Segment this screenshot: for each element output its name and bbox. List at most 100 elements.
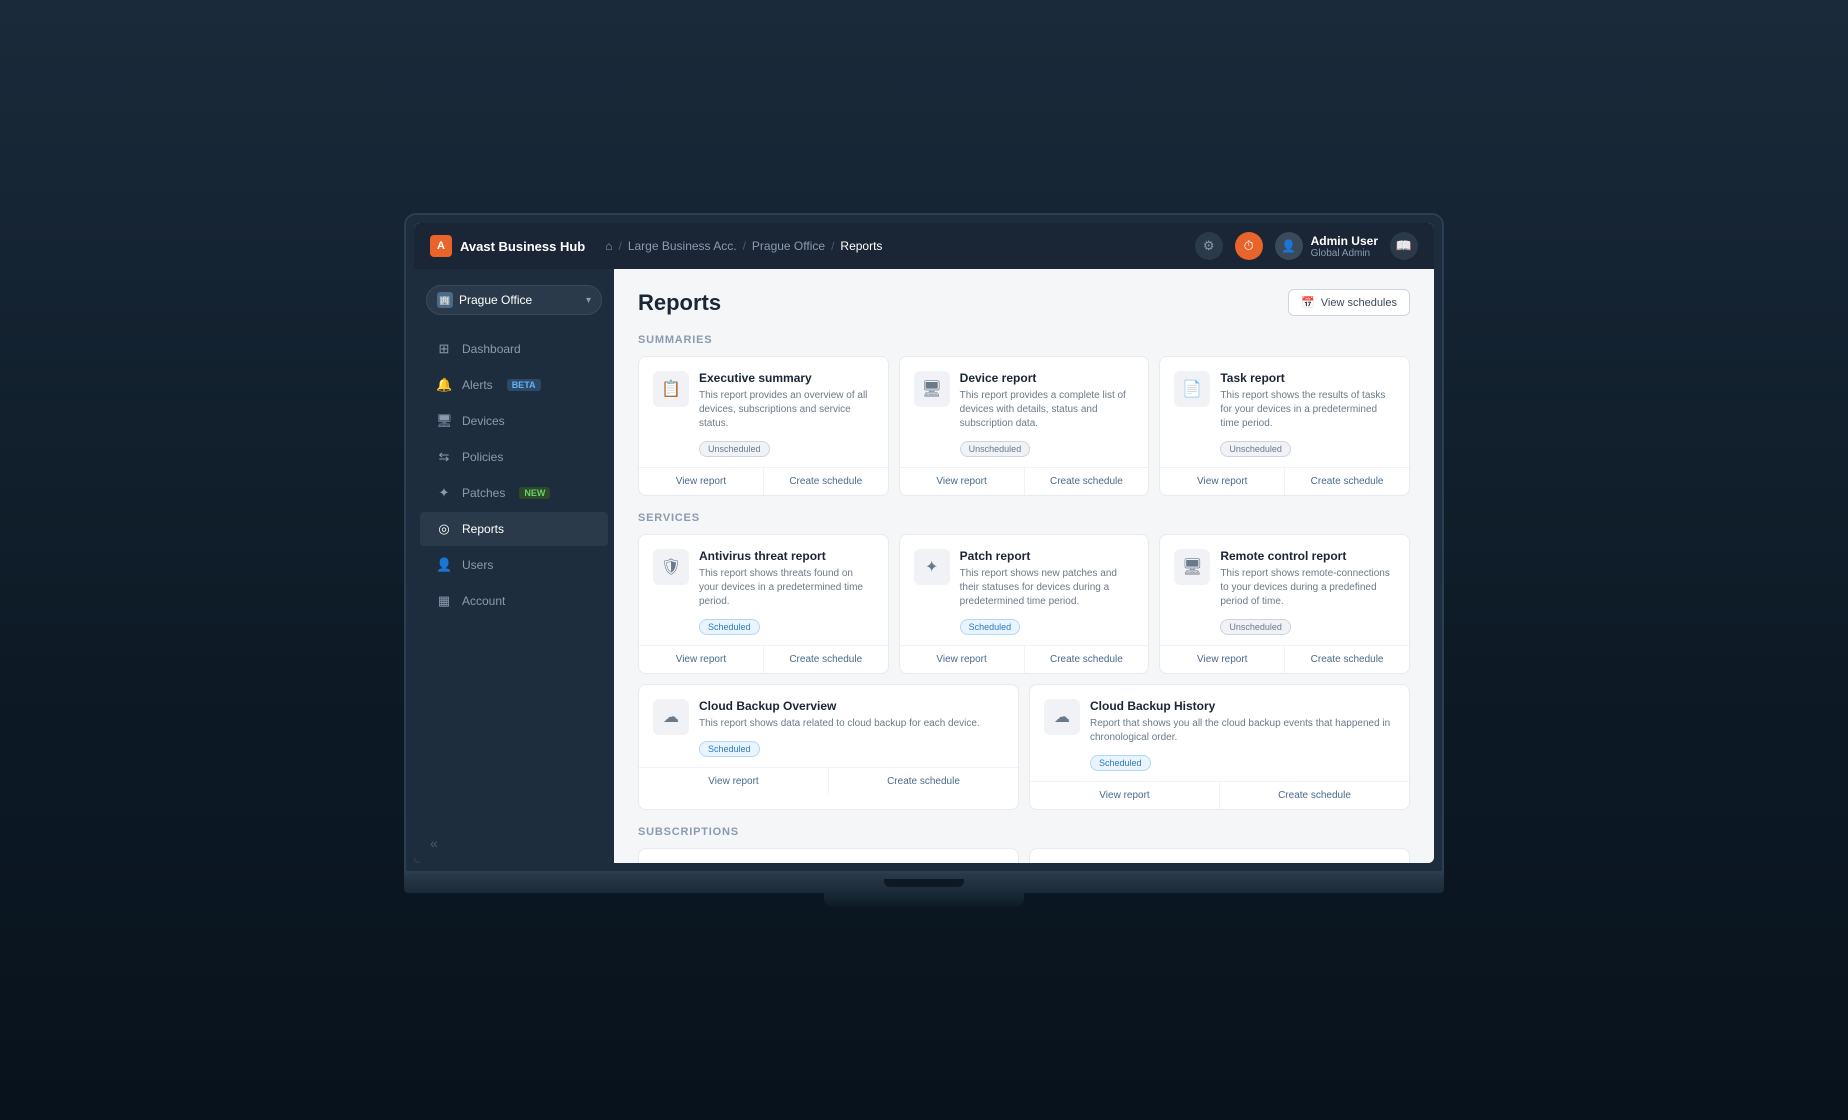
- patches-icon: ✦: [436, 485, 452, 501]
- org-name: Prague Office: [459, 293, 580, 307]
- page-title: Reports: [638, 290, 721, 316]
- device-report-desc: This report provides a complete list of …: [960, 389, 1135, 431]
- breadcrumb-office[interactable]: Prague Office: [752, 239, 825, 253]
- antivirus-status: Scheduled: [699, 619, 760, 635]
- breadcrumb-org[interactable]: Large Business Acc.: [628, 239, 737, 253]
- billing-report-card: 🏛 Billing report This report gives you d…: [638, 848, 1019, 863]
- sidebar-item-patches[interactable]: ✦ Patches NEW: [420, 476, 608, 510]
- sidebar: 🏢 Prague Office ▾ ⊞ Dashboard 🔔 Alerts B…: [414, 269, 614, 863]
- patch-schedule-button[interactable]: Create schedule: [1025, 646, 1149, 673]
- users-icon: 👤: [436, 557, 452, 573]
- task-report-view-button[interactable]: View report: [1160, 468, 1285, 495]
- main-layout: 🏢 Prague Office ▾ ⊞ Dashboard 🔔 Alerts B…: [414, 269, 1434, 863]
- home-icon: ⌂: [605, 239, 612, 253]
- task-report-schedule-button[interactable]: Create schedule: [1285, 468, 1409, 495]
- cloud-history-actions: View report Create schedule: [1030, 781, 1409, 809]
- cloud-history-card: ☁ Cloud Backup History Report that shows…: [1029, 684, 1410, 810]
- executive-summary-card: 📋 Executive summary This report provides…: [638, 356, 889, 496]
- executive-summary-view-button[interactable]: View report: [639, 468, 764, 495]
- user-name: Admin User: [1311, 234, 1378, 248]
- antivirus-schedule-button[interactable]: Create schedule: [764, 646, 888, 673]
- view-schedules-button[interactable]: 📅 View schedules: [1288, 289, 1410, 316]
- calendar-icon: 📅: [1301, 296, 1315, 309]
- task-report-actions: View report Create schedule: [1160, 467, 1409, 495]
- antivirus-desc: This report shows threats found on your …: [699, 567, 874, 609]
- patch-desc: This report shows new patches and their …: [960, 567, 1135, 609]
- cloud-history-status: Scheduled: [1090, 755, 1151, 771]
- sidebar-label-patches: Patches: [462, 486, 505, 500]
- task-report-desc: This report shows the results of tasks f…: [1220, 389, 1395, 431]
- avatar: 👤: [1275, 232, 1303, 260]
- breadcrumb-sep2: /: [743, 239, 746, 253]
- patch-title: Patch report: [960, 549, 1135, 563]
- sidebar-label-policies: Policies: [462, 450, 503, 464]
- subscriptions-section-label: SUBSCRIPTIONS: [638, 826, 1410, 838]
- sidebar-item-dashboard[interactable]: ⊞ Dashboard: [420, 332, 608, 366]
- sidebar-item-policies[interactable]: ⇆ Policies: [420, 440, 608, 474]
- sidebar-item-devices[interactable]: 🖥 Devices: [420, 404, 608, 438]
- remote-status: Unscheduled: [1220, 619, 1291, 635]
- page-header: Reports 📅 View schedules: [638, 289, 1410, 316]
- chevron-down-icon: ▾: [586, 295, 591, 306]
- cloud-overview-icon: ☁: [653, 699, 689, 735]
- org-icon: 🏢: [437, 292, 453, 308]
- cloud-backup-overview-card: ☁ Cloud Backup Overview This report show…: [638, 684, 1019, 810]
- remote-title: Remote control report: [1220, 549, 1395, 563]
- notifications-button[interactable]: ⏱: [1235, 232, 1263, 260]
- services-grid-top: 🛡 Antivirus threat report This report sh…: [638, 534, 1410, 674]
- services-grid-bottom: ☁ Cloud Backup Overview This report show…: [638, 684, 1410, 810]
- antivirus-icon: 🛡: [653, 549, 689, 585]
- patch-icon: ✦: [914, 549, 950, 585]
- cloud-history-icon: ☁: [1044, 699, 1080, 735]
- breadcrumb-current: Reports: [840, 239, 882, 253]
- executive-summary-icon: 📋: [653, 371, 689, 407]
- cloud-history-desc: Report that shows you all the cloud back…: [1090, 717, 1395, 745]
- new-badge: NEW: [519, 487, 550, 499]
- antivirus-title: Antivirus threat report: [699, 549, 874, 563]
- sidebar-item-account[interactable]: ▦ Account: [420, 584, 608, 618]
- task-report-icon: 📄: [1174, 371, 1210, 407]
- cloud-overview-schedule-button[interactable]: Create schedule: [829, 768, 1018, 795]
- remote-control-card: 🖥 Remote control report This report show…: [1159, 534, 1410, 674]
- sidebar-label-alerts: Alerts: [462, 378, 493, 392]
- cloud-history-schedule-button[interactable]: Create schedule: [1220, 782, 1409, 809]
- summaries-section-label: SUMMARIES: [638, 334, 1410, 346]
- sidebar-item-reports[interactable]: ◎ Reports: [420, 512, 608, 546]
- task-report-title: Task report: [1220, 371, 1395, 385]
- sidebar-collapse-button[interactable]: «: [414, 823, 614, 863]
- cloud-overview-view-button[interactable]: View report: [639, 768, 829, 795]
- device-report-schedule-button[interactable]: Create schedule: [1025, 468, 1149, 495]
- sidebar-item-users[interactable]: 👤 Users: [420, 548, 608, 582]
- device-report-view-button[interactable]: View report: [900, 468, 1025, 495]
- reports-icon: ◎: [436, 521, 452, 537]
- device-report-icon: 🖥: [914, 371, 950, 407]
- cloud-overview-status: Scheduled: [699, 741, 760, 757]
- breadcrumb-sep1: /: [618, 239, 621, 253]
- sidebar-label-account: Account: [462, 594, 505, 608]
- sidebar-item-alerts[interactable]: 🔔 Alerts BETA: [420, 368, 608, 402]
- executive-summary-schedule-button[interactable]: Create schedule: [764, 468, 888, 495]
- top-right: ⚙ ⏱ 👤 Admin User Global Admin 📖: [1195, 232, 1418, 260]
- dashboard-icon: ⊞: [436, 341, 452, 357]
- antivirus-view-button[interactable]: View report: [639, 646, 764, 673]
- remote-view-button[interactable]: View report: [1160, 646, 1285, 673]
- devices-icon: 🖥: [436, 413, 452, 429]
- services-section-label: SERVICES: [638, 512, 1410, 524]
- patch-view-button[interactable]: View report: [900, 646, 1025, 673]
- remote-icon: 🖥: [1174, 549, 1210, 585]
- top-bar: A Avast Business Hub ⌂ / Large Business …: [414, 223, 1434, 269]
- remote-desc: This report shows remote-connections to …: [1220, 567, 1395, 609]
- subscriptions-report-card: 🎁 Subscriptions report This report shows…: [1029, 848, 1410, 863]
- patch-status: Scheduled: [960, 619, 1021, 635]
- antivirus-threat-card: 🛡 Antivirus threat report This report sh…: [638, 534, 889, 674]
- cloud-history-title: Cloud Backup History: [1090, 699, 1395, 713]
- device-report-title: Device report: [960, 371, 1135, 385]
- remote-schedule-button[interactable]: Create schedule: [1285, 646, 1409, 673]
- org-selector[interactable]: 🏢 Prague Office ▾: [426, 285, 602, 315]
- settings-button[interactable]: ⚙: [1195, 232, 1223, 260]
- help-button[interactable]: 📖: [1390, 232, 1418, 260]
- main-content: Reports 📅 View schedules SUMMARIES 📋: [614, 269, 1434, 863]
- cloud-history-view-button[interactable]: View report: [1030, 782, 1220, 809]
- sidebar-label-users: Users: [462, 558, 493, 572]
- alerts-icon: 🔔: [436, 377, 452, 393]
